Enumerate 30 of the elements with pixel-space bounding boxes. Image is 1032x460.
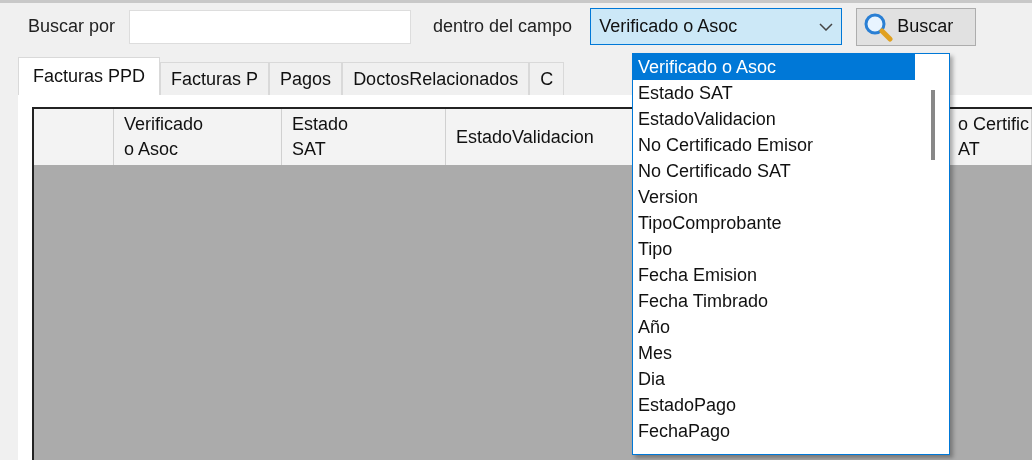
dropdown-option[interactable]: TipoComprobante bbox=[633, 210, 915, 236]
dropdown-option[interactable]: EstadoPago bbox=[633, 392, 915, 418]
dropdown-option[interactable]: Mes bbox=[633, 340, 915, 366]
search-label: Buscar por bbox=[28, 16, 116, 37]
dropdown-option[interactable]: Dia bbox=[633, 366, 915, 392]
dropdown-option[interactable]: Fecha Timbrado bbox=[633, 288, 915, 314]
dropdown-option[interactable]: Estado SAT bbox=[633, 80, 915, 106]
tab[interactable]: Facturas PPD bbox=[18, 57, 161, 95]
dropdown-option[interactable]: Version bbox=[633, 184, 915, 210]
field-label: dentro del campo bbox=[433, 16, 573, 37]
tab[interactable]: DoctosRelacionados bbox=[342, 62, 530, 95]
search-icon bbox=[863, 11, 894, 42]
dropdown-option[interactable]: FechaPago bbox=[633, 418, 915, 444]
search-field[interactable] bbox=[129, 9, 412, 44]
tab[interactable]: Facturas P bbox=[160, 62, 270, 95]
dropdown-option[interactable]: No Certificado SAT bbox=[633, 158, 915, 184]
dropdown-option[interactable]: Año bbox=[633, 314, 915, 340]
dropdown-option[interactable]: Tipo bbox=[633, 236, 915, 262]
dropdown-option[interactable]: No Certificado Emisor bbox=[633, 132, 915, 158]
dropdown-option[interactable]: Fecha Emision bbox=[633, 262, 915, 288]
chevron-icon bbox=[819, 22, 834, 31]
scrollbar-thumb[interactable] bbox=[931, 90, 935, 160]
tab[interactable]: Pagos bbox=[269, 62, 343, 95]
tab[interactable]: C bbox=[529, 62, 565, 95]
dropdown-option[interactable]: EstadoValidacion bbox=[633, 106, 915, 132]
dropdown-option[interactable]: Verificado o Asoc bbox=[633, 54, 915, 80]
column-header[interactable]: Estado SAT bbox=[282, 109, 446, 165]
field-combo[interactable]: Verificado o Asoc bbox=[590, 8, 843, 45]
search-button[interactable]: Buscar bbox=[856, 7, 977, 46]
column-header[interactable]: Verificado o Asoc bbox=[114, 109, 282, 165]
